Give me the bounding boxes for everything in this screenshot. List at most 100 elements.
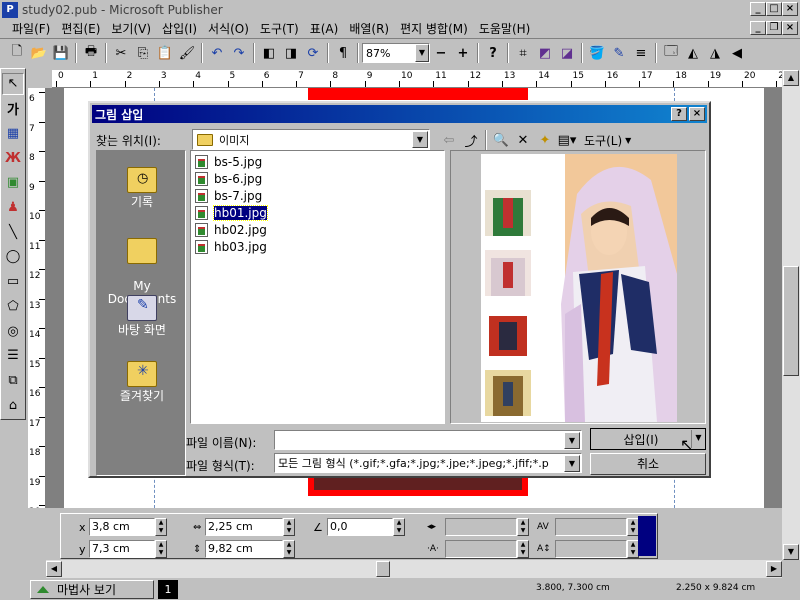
scroll-right-button[interactable]: ▶: [766, 561, 782, 577]
zoom-out-icon[interactable]: −: [430, 42, 452, 64]
fill-color-icon[interactable]: ◩: [534, 42, 556, 64]
scroll-down-button[interactable]: ▼: [783, 544, 799, 560]
wordart-icon[interactable]: Ж: [2, 147, 24, 169]
crop-icon[interactable]: ⌗: [512, 42, 534, 64]
text-frame-icon[interactable]: 가: [2, 98, 24, 120]
horizontal-scrollbar[interactable]: ◀ ▶: [46, 560, 782, 578]
rotation-input[interactable]: 0,0: [327, 518, 393, 536]
chevron-down-icon[interactable]: ▼: [412, 131, 428, 148]
chevron-down-icon[interactable]: ▼: [564, 455, 580, 472]
pointer-icon[interactable]: ↖: [2, 73, 24, 95]
new-folder-icon[interactable]: ✦: [534, 129, 556, 151]
flip-horizontal-icon[interactable]: ◀: [726, 42, 748, 64]
publisher-icon[interactable]: P: [2, 1, 18, 18]
file-list[interactable]: bs-5.jpg bs-6.jpg bs-7.jpg hb01.jpg hb02…: [190, 150, 445, 424]
send-back-icon[interactable]: ◨: [280, 42, 302, 64]
tracking-spinner[interactable]: ▲ ▼: [517, 540, 529, 558]
zoom-select[interactable]: 87% ▼: [362, 43, 430, 63]
height-spinner[interactable]: ▲ ▼: [283, 540, 295, 558]
vertical-scroll-thumb[interactable]: [783, 266, 799, 376]
file-type-select[interactable]: 모든 그림 형식 (*.gif;*.gfa;*.jpg;*.jpe;*.jpeg…: [274, 453, 582, 473]
show-wizard-button[interactable]: 마법사 보기: [30, 580, 154, 599]
kerning-input[interactable]: [555, 518, 627, 536]
file-item[interactable]: bs-6.jpg: [195, 170, 262, 187]
measurements-title-strip[interactable]: [638, 516, 656, 556]
vertical-ruler[interactable]: 6 7 8 9 10 11 12 13 14 15 16 17 18 19 20: [28, 88, 46, 508]
horizontal-ruler[interactable]: 0123456789101112131415161718192021: [52, 70, 800, 88]
place-desktop[interactable]: ✎ 바탕 화면: [97, 295, 187, 337]
doc-minimize-button[interactable]: _: [750, 21, 766, 35]
menu-arrange[interactable]: 배열(R): [349, 20, 389, 37]
height-input[interactable]: 9,82 cm: [205, 540, 283, 558]
paste-icon[interactable]: 📋: [154, 42, 176, 64]
line-color-icon[interactable]: ◪: [556, 42, 578, 64]
y-spinner[interactable]: ▲ ▼: [155, 540, 167, 558]
oval-icon[interactable]: ◯: [2, 246, 24, 268]
rectangle-icon[interactable]: ▭: [2, 271, 24, 293]
doc-restore-button[interactable]: ❐: [766, 21, 782, 35]
width-input[interactable]: 2,25 cm: [205, 518, 283, 536]
form-control-icon[interactable]: ☰: [2, 345, 24, 367]
hotspot-icon[interactable]: ⌂: [2, 394, 24, 416]
file-item[interactable]: bs-7.jpg: [195, 187, 262, 204]
y-position-input[interactable]: 7,3 cm: [89, 540, 155, 558]
file-item-selected[interactable]: hb01.jpg: [195, 204, 268, 221]
object-icon[interactable]: ⧉: [2, 370, 24, 392]
x-spinner[interactable]: ▲ ▼: [155, 518, 167, 536]
format-painter-icon[interactable]: 🖌: [176, 42, 198, 64]
print-icon[interactable]: 🖶: [80, 42, 102, 64]
undo-icon[interactable]: ↶: [206, 42, 228, 64]
custom-shape-icon[interactable]: ⬠: [2, 295, 24, 317]
line-style-icon[interactable]: ≡: [630, 42, 652, 64]
menu-table[interactable]: 표(A): [310, 20, 339, 37]
menu-help[interactable]: 도움말(H): [479, 20, 531, 37]
horizontal-scroll-thumb[interactable]: [376, 561, 390, 577]
line-icon[interactable]: ╲: [2, 221, 24, 243]
place-history[interactable]: ◷ 기록: [97, 167, 187, 209]
save-icon[interactable]: 💾: [50, 42, 72, 64]
file-item[interactable]: bs-5.jpg: [195, 153, 262, 170]
file-item[interactable]: hb03.jpg: [195, 238, 267, 255]
chevron-down-icon[interactable]: ▼: [415, 44, 429, 62]
close-button[interactable]: ×: [782, 2, 798, 16]
selected-frame-top[interactable]: [308, 88, 528, 100]
menu-file[interactable]: 파일(F): [12, 20, 50, 37]
doc-close-button[interactable]: ×: [782, 21, 798, 35]
menu-tools[interactable]: 도구(T): [260, 20, 299, 37]
pen-icon[interactable]: ✎: [608, 42, 630, 64]
scroll-up-button[interactable]: ▲: [783, 70, 799, 86]
width-spinner[interactable]: ▲ ▼: [283, 518, 295, 536]
search-web-icon[interactable]: 🔍: [490, 129, 512, 151]
file-name-input[interactable]: ▼: [274, 430, 582, 450]
place-my-documents[interactable]: My Documents: [97, 225, 187, 306]
scroll-left-button[interactable]: ◀: [46, 561, 62, 577]
table-frame-icon[interactable]: ▦: [2, 122, 24, 144]
clipart-icon[interactable]: ♟: [2, 197, 24, 219]
bring-front-icon[interactable]: ◧: [258, 42, 280, 64]
menu-format[interactable]: 서식(O): [208, 20, 249, 37]
new-icon[interactable]: 🗋: [6, 42, 28, 64]
delete-icon[interactable]: ✕: [512, 129, 534, 151]
picture-properties-icon[interactable]: 🗔: [660, 42, 682, 64]
cut-icon[interactable]: ✂: [110, 42, 132, 64]
rotate-right-icon[interactable]: ◮: [704, 42, 726, 64]
file-item[interactable]: hb02.jpg: [195, 221, 267, 238]
line-spacing-input[interactable]: [555, 540, 627, 558]
maximize-button[interactable]: □: [766, 2, 782, 16]
menu-mail-merge[interactable]: 편지 병합(M): [400, 20, 468, 37]
paragraph-icon[interactable]: ¶: [332, 42, 354, 64]
paint-bucket-icon[interactable]: 🪣: [586, 42, 608, 64]
help-icon[interactable]: ?: [482, 42, 504, 64]
rotate-left-icon[interactable]: ◭: [682, 42, 704, 64]
open-icon[interactable]: 📂: [28, 42, 50, 64]
chevron-down-icon[interactable]: ▼: [564, 432, 580, 449]
tools-menu[interactable]: 도구(L) ▼: [584, 132, 631, 149]
back-icon[interactable]: ⇦: [438, 129, 460, 151]
text-scaling-spinner[interactable]: ▲ ▼: [517, 518, 529, 536]
text-scaling-input[interactable]: [445, 518, 517, 536]
copy-icon[interactable]: ⎘: [132, 42, 154, 64]
up-folder-icon[interactable]: ⤴: [460, 129, 482, 151]
menu-view[interactable]: 보기(V): [111, 20, 151, 37]
rotation-spinner[interactable]: ▲ ▼: [393, 518, 405, 536]
x-position-input[interactable]: 3,8 cm: [89, 518, 155, 536]
